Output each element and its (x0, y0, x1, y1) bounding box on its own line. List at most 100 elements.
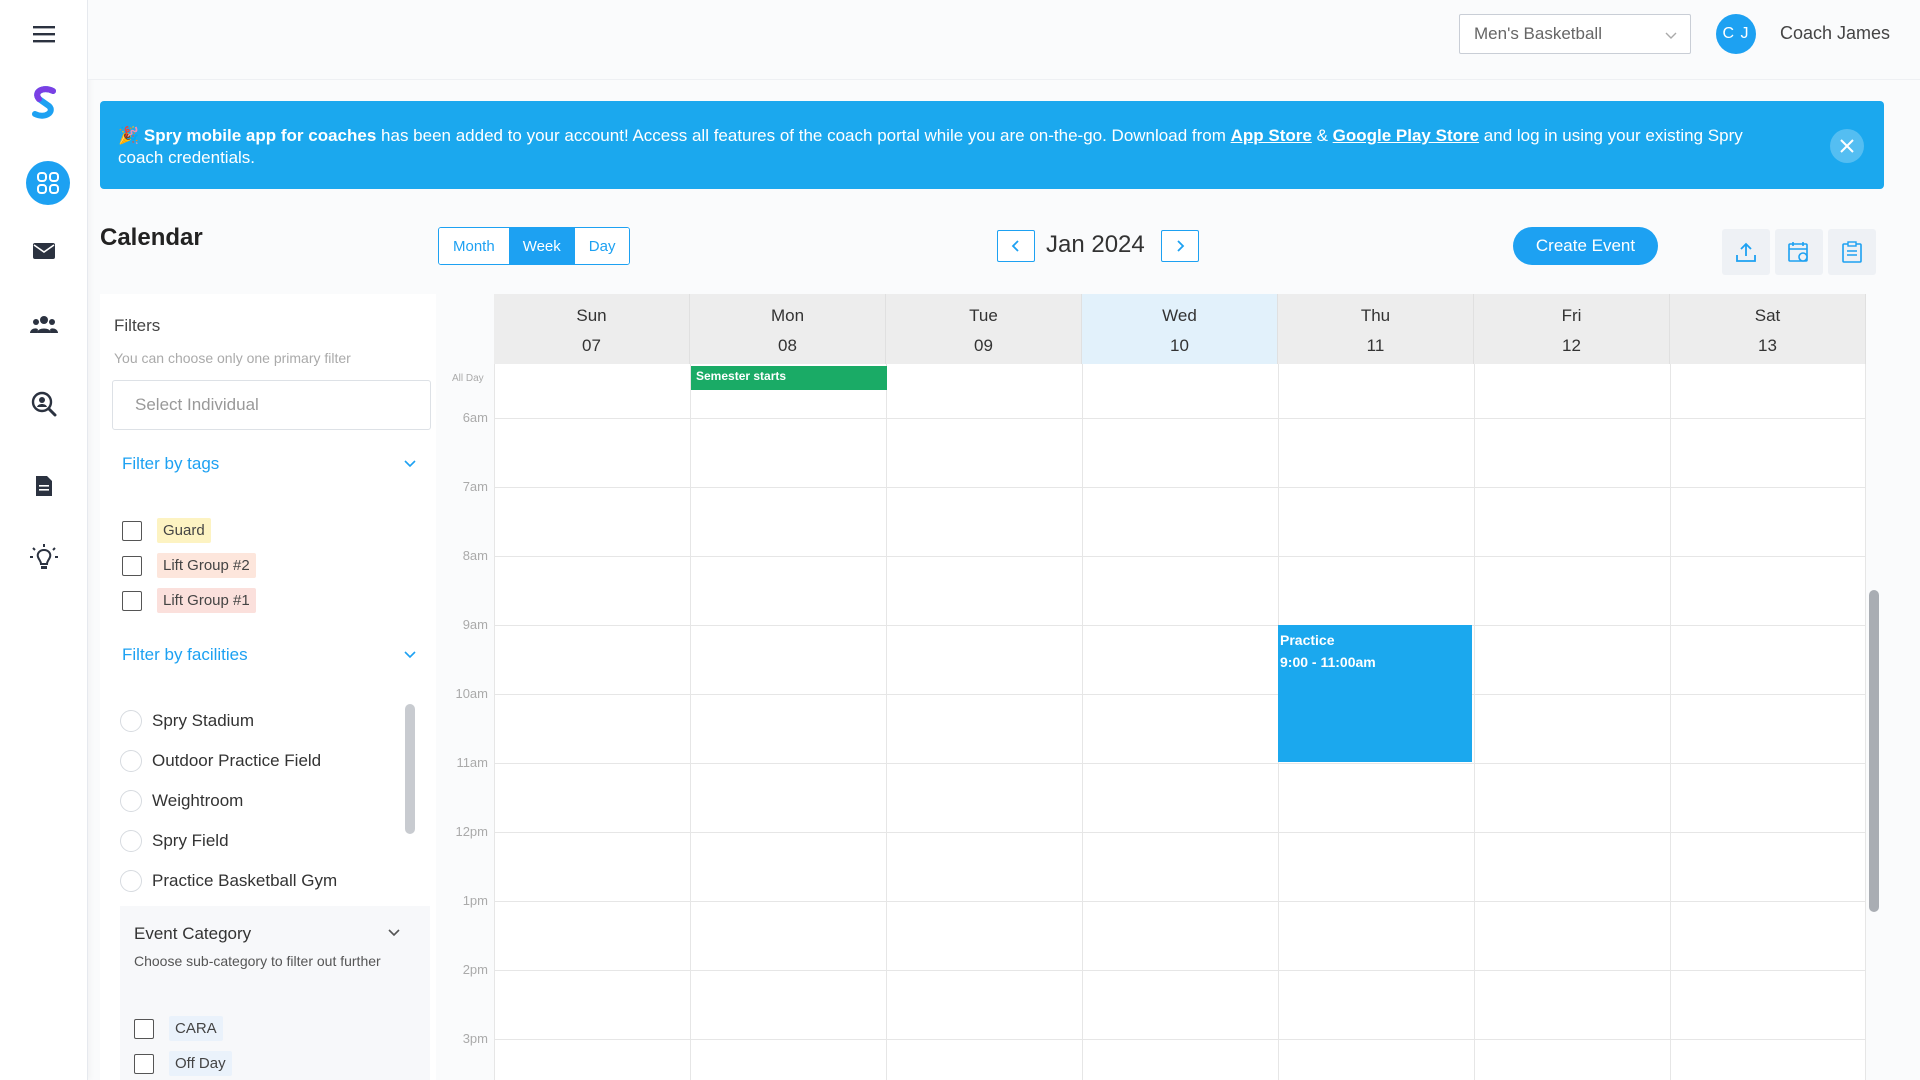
team-dropdown[interactable]: Men's Basketball (1459, 14, 1691, 54)
event-category-title[interactable]: Event Category (134, 924, 251, 944)
filter-by-tags-heading[interactable]: Filter by tags (122, 454, 219, 474)
avatar[interactable]: C J (1716, 14, 1756, 54)
week-calendar: Sun 07 Mon 08 Tue 09 Wed 10 Thu 11 Fri 1… (448, 294, 1888, 1080)
day-header-tue[interactable]: Tue 09 (886, 294, 1082, 364)
time-label: 8am (462, 548, 488, 563)
day-name: Sun (576, 306, 607, 325)
all-day-label: All Day (452, 373, 484, 384)
calendar-settings-button[interactable] (1775, 229, 1823, 275)
facility-radio-row[interactable]: Spry Stadium (120, 710, 254, 732)
day-date: 07 (582, 336, 601, 355)
user-name[interactable]: Coach James (1780, 23, 1890, 44)
clipboard-icon (1842, 241, 1862, 263)
spry-logo-icon[interactable] (24, 83, 64, 123)
lightbulb-icon[interactable] (24, 538, 64, 578)
day-header-sat[interactable]: Sat 13 (1670, 294, 1866, 364)
all-day-event[interactable]: Semester starts (691, 366, 887, 390)
day-date: 10 (1170, 336, 1189, 355)
facility-radio[interactable] (120, 710, 142, 732)
facility-radio-row[interactable]: Weightroom (120, 790, 243, 812)
day-date: 11 (1366, 336, 1385, 355)
category-filter-row[interactable]: Off Day (134, 1051, 232, 1076)
filters-heading: Filters (114, 316, 161, 335)
calendar-list-button[interactable] (1828, 229, 1876, 275)
mail-icon[interactable] (24, 231, 64, 271)
day-header-wed[interactable]: Wed 10 (1082, 294, 1278, 364)
party-icon: 🎉 (118, 126, 140, 145)
left-navigation-rail (0, 0, 88, 1080)
tag-checkbox[interactable] (122, 590, 142, 611)
filters-panel: Filters You can choose only one primary … (100, 294, 436, 1080)
previous-week-button[interactable] (997, 230, 1035, 262)
select-individual-dropdown[interactable]: Select Individual (112, 380, 431, 430)
dashboard-icon[interactable] (26, 161, 70, 205)
tag-checkbox[interactable] (122, 555, 142, 576)
day-name: Sat (1754, 306, 1781, 325)
category-checkbox[interactable] (134, 1018, 154, 1039)
next-week-button[interactable] (1161, 230, 1199, 262)
time-label: 6am (462, 410, 488, 425)
close-icon (1840, 139, 1854, 153)
facility-label: Outdoor Practice Field (152, 751, 322, 770)
facility-radio[interactable] (120, 830, 142, 852)
view-month-button[interactable]: Month (439, 228, 509, 264)
team-icon[interactable] (24, 304, 64, 344)
banner-amp: & (1311, 126, 1333, 145)
tag-filter-row[interactable]: Lift Group #1 (122, 588, 256, 613)
time-label: 11am (456, 755, 488, 770)
time-grid[interactable] (494, 364, 1866, 1080)
google-play-link[interactable]: Google Play Store (1333, 126, 1479, 145)
facility-radio[interactable] (120, 870, 142, 892)
facility-radio-row[interactable]: Outdoor Practice Field (120, 750, 321, 772)
document-icon[interactable] (24, 466, 64, 506)
chevron-left-icon (1011, 240, 1019, 252)
calendar-scrollbar[interactable] (1869, 590, 1879, 912)
category-label: Off Day (169, 1051, 232, 1076)
close-banner-button[interactable] (1830, 129, 1864, 163)
event-category-section: Event Category Choose sub-category to fi… (120, 906, 430, 1080)
tag-filter-row[interactable]: Lift Group #2 (122, 553, 256, 578)
chevron-right-icon (1177, 240, 1185, 252)
hamburger-menu-icon[interactable] (24, 14, 64, 54)
category-checkbox[interactable] (134, 1053, 154, 1074)
facility-label: Spry Stadium (152, 711, 255, 730)
upload-icon (1736, 242, 1756, 262)
day-header-thu[interactable]: Thu 11 (1278, 294, 1474, 364)
tag-label: Guard (157, 518, 211, 543)
export-button[interactable] (1722, 229, 1770, 275)
chevron-down-icon[interactable] (402, 647, 418, 666)
day-name: Fri (1561, 306, 1582, 325)
facilities-scrollbar[interactable] (405, 704, 415, 834)
filter-by-facilities-heading[interactable]: Filter by facilities (122, 645, 248, 665)
day-name: Wed (1162, 306, 1197, 325)
facility-radio-row[interactable]: Practice Basketball Gym (120, 870, 337, 892)
chevron-down-icon[interactable] (386, 926, 402, 945)
calendar-event[interactable]: Practice 9:00 - 11:00am (1278, 625, 1472, 762)
current-month-label: Jan 2024 (1046, 231, 1145, 258)
team-dropdown-value: Men's Basketball (1474, 24, 1602, 43)
facility-radio-row[interactable]: Spry Field (120, 830, 229, 852)
tag-filter-row[interactable]: Guard (122, 518, 211, 543)
chevron-down-icon[interactable] (402, 456, 418, 475)
day-header-fri[interactable]: Fri 12 (1474, 294, 1670, 364)
tag-label: Lift Group #2 (157, 553, 256, 578)
view-day-button[interactable]: Day (574, 228, 630, 264)
event-title: Practice (1280, 632, 1335, 648)
day-header-sun[interactable]: Sun 07 (494, 294, 690, 364)
facility-label: Weightroom (152, 791, 244, 810)
day-date: 13 (1758, 336, 1777, 355)
facility-radio[interactable] (120, 790, 142, 812)
calendar-gear-icon (1788, 242, 1808, 262)
create-event-button[interactable]: Create Event (1513, 227, 1658, 265)
app-store-link[interactable]: App Store (1231, 126, 1312, 145)
tag-checkbox[interactable] (122, 520, 142, 541)
time-label: 3pm (462, 1031, 488, 1046)
search-user-icon[interactable] (24, 384, 64, 424)
day-header-mon[interactable]: Mon 08 (690, 294, 886, 364)
page-title: Calendar (100, 224, 203, 251)
category-filter-row[interactable]: CARA (134, 1016, 223, 1041)
chevron-down-icon (1664, 27, 1678, 47)
facility-radio[interactable] (120, 750, 142, 772)
day-name: Tue (969, 306, 998, 325)
view-week-button[interactable]: Week (508, 228, 575, 264)
